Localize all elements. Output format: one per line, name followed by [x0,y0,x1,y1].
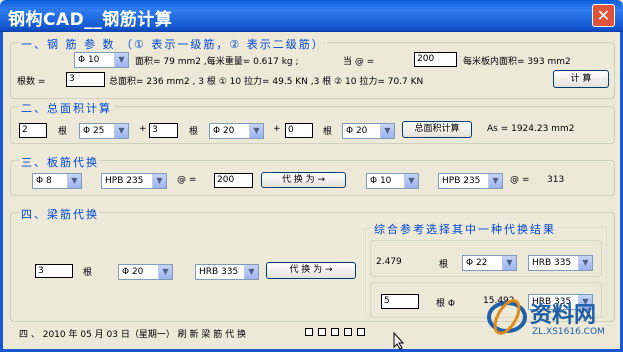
group-beam-replace-title: 四、梁筋代换 [19,206,101,222]
count3-input[interactable]: 0 [285,123,313,138]
chevron-down-icon: ▼ [114,53,128,67]
slab-spacing-label: @ = [177,175,197,185]
count2-input[interactable]: 3 [149,123,178,138]
chevron-down-icon: ▼ [404,174,418,188]
watermark-swirl-icon [487,299,527,335]
spacing-label: 当 @ = [343,57,375,67]
group-rebar-params: 一、钢 筋 参 数 （① 表示一级筋，② 表示二级筋） [10,36,615,99]
per-meter-area-text: 每米板内面积= 393 mm2 [463,57,571,67]
slab-spacing-input[interactable]: 200 [214,173,253,188]
calculate-button[interactable]: 计 算 [553,70,609,88]
total-area-text: 总面积= 236 mm2 , 3 根 ① 10 拉力= 49.5 KN ,3 根… [109,77,424,87]
area-weight-text: 面积= 79 mm2 ,每米重量= 0.617 kg ; [135,57,299,67]
diameter1-select[interactable]: Φ 25 ▼ [79,123,129,139]
unit3-label: 根 [323,127,333,137]
result1-unit: 根 [439,260,449,270]
beam-unit-label: 根 [83,268,93,278]
checkbox-4[interactable] [344,328,352,336]
chevron-down-icon: ▼ [488,174,502,188]
slab-replace-button[interactable]: 代 换 为 → [261,172,346,188]
slab-new-diameter-select[interactable]: Φ 10 ▼ [366,173,419,189]
chevron-down-icon: ▼ [114,124,128,138]
watermark-logo: 资料网 ZL.XS1616.COM [486,295,614,343]
group-rebar-params-title: 一、钢 筋 参 数 （① 表示一级筋，② 表示二级筋） [19,36,327,52]
title-bar: 钢构CAD__钢筋计算 ✕ [0,0,623,32]
checkbox-3[interactable] [331,328,339,336]
chevron-down-icon: ▼ [578,256,592,270]
slab-new-grade-select[interactable]: HPB 235 ▼ [438,173,503,189]
chevron-down-icon: ▼ [249,124,263,138]
chevron-down-icon: ▼ [244,265,258,279]
slab-grade-select[interactable]: HPB 235 ▼ [101,173,167,189]
beam-replace-button[interactable]: 代 换 为 → [266,262,356,279]
result2-unit: 根 Φ [436,299,455,309]
beam-diameter-select[interactable]: Φ 20 ▼ [118,264,173,280]
chevron-down-icon: ▼ [152,174,166,188]
result1-diameter-select[interactable]: Φ 22 ▼ [462,255,517,271]
close-button[interactable]: ✕ [592,4,615,27]
mouse-cursor-icon [393,332,405,350]
diameter3-select[interactable]: Φ 20 ▼ [342,123,395,139]
group-slab-replace-title: 三、板筋代换 [19,154,101,170]
main-window: 一、钢 筋 参 数 （① 表示一级筋，② 表示二级筋） Φ 10 ▼ 面积= 79… [0,32,623,352]
result1-grade-select[interactable]: HRB 335 ▼ [528,255,593,271]
checkbox-5[interactable] [357,328,365,336]
checkbox-2[interactable] [318,328,326,336]
chevron-down-icon: ▼ [158,265,172,279]
plus1-label: + [139,124,147,134]
beam-grade-select[interactable]: HRB 335 ▼ [195,264,259,280]
chevron-down-icon: ▼ [380,124,394,138]
count1-input[interactable]: 2 [19,123,47,138]
watermark-url: ZL.XS1616.COM [532,327,605,337]
group-result-title: 综合参考选择其中一种代换结果 [372,221,558,237]
count-input[interactable]: 3 [66,72,105,87]
unit2-label: 根 [189,127,199,137]
slab-diameter-select[interactable]: Φ 8 ▼ [32,173,82,189]
beam-count-input[interactable]: 3 [35,264,73,278]
checkbox-1[interactable] [305,328,313,336]
chevron-down-icon: ▼ [502,256,516,270]
result2-count-input[interactable]: 5 [381,294,419,309]
count-label: 根数 = [17,77,46,87]
slab-new-spacing-label: @ = [510,175,530,185]
chevron-down-icon: ▼ [67,174,81,188]
group-total-area-title: 二、总面积计算 [19,100,114,116]
diameter2-select[interactable]: Φ 20 ▼ [209,123,264,139]
plus2-label: + [273,124,281,134]
unit1-label: 根 [58,127,68,137]
status-date-text: 四 、 2010 年 05 月 03 日（星期一） 刷 新 梁 筋 代 换 [19,330,247,340]
as-result-text: As = 1924.23 mm2 [487,124,575,134]
watermark-text: 资料网 [530,303,597,328]
result1-value: 2.479 [376,257,402,267]
total-area-button[interactable]: 总面积计算 [402,121,472,138]
slab-new-spacing-value: 313 [547,175,565,185]
window-title: 钢构CAD__钢筋计算 [8,10,173,30]
spacing-input[interactable]: 200 [414,52,457,67]
rebar-diameter-select[interactable]: Φ 10 ▼ [74,52,129,68]
